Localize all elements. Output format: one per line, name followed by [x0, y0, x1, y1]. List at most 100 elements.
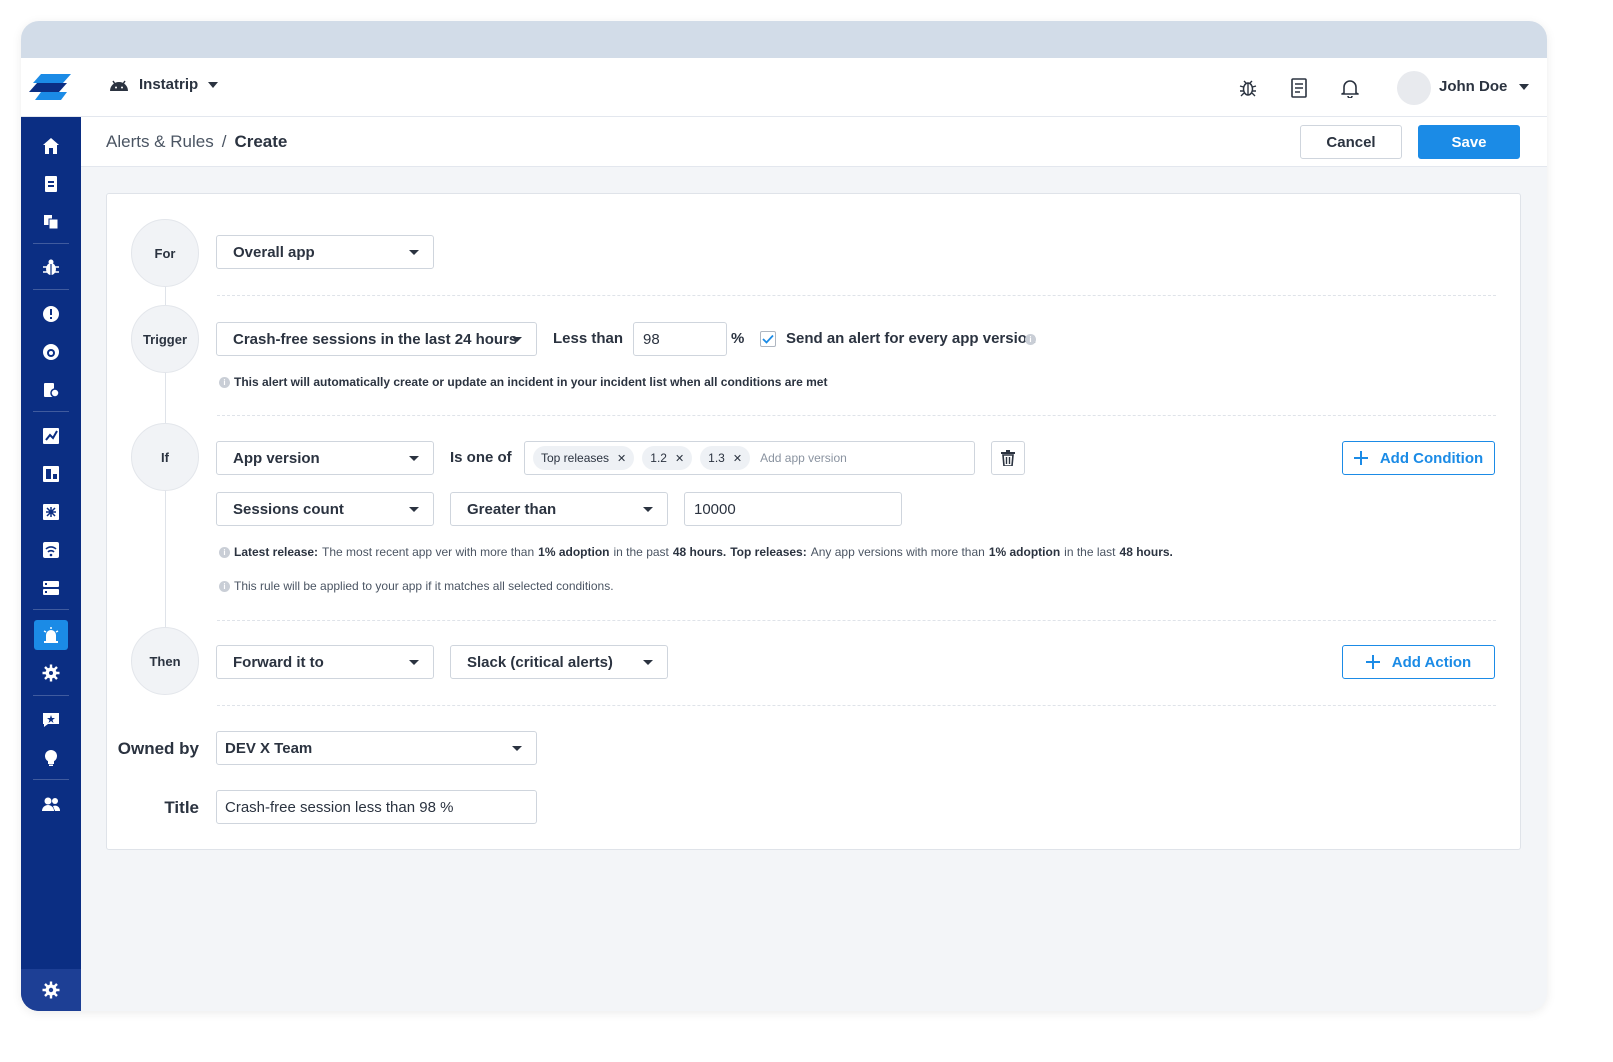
rule-form-card: For Overall app Trigger Crash-free sessi… [106, 193, 1521, 850]
owner-select[interactable]: DEV X Team [216, 731, 537, 765]
page-header: Alerts & Rules / Create Cancel Save [81, 117, 1547, 167]
note-text: in the last [1064, 545, 1116, 559]
app-selector[interactable]: Instatrip [109, 76, 219, 93]
close-icon[interactable]: ✕ [675, 452, 684, 465]
trigger-metric-value: Crash-free sessions in the last 24 hours [233, 330, 518, 348]
home-icon[interactable] [34, 131, 68, 161]
owner-value: DEV X Team [225, 739, 313, 757]
tag-icon[interactable] [34, 375, 68, 405]
trigger-metric-select[interactable]: Crash-free sessions in the last 24 hours [216, 322, 537, 356]
dashboard-icon[interactable] [34, 337, 68, 367]
version-tag[interactable]: Top releases ✕ [533, 446, 635, 470]
delete-condition-button[interactable] [991, 441, 1025, 475]
condition2-value-input[interactable]: 10000 [684, 492, 902, 526]
window-titlebar [21, 21, 1547, 58]
step-trigger: Trigger [131, 305, 199, 373]
add-version-placeholder[interactable]: Add app version [760, 451, 847, 465]
condition1-field-select[interactable]: App version [216, 441, 434, 475]
note-text: Any app versions with more than [810, 545, 985, 559]
scope-select-value: Overall app [233, 243, 315, 261]
step-then: Then [131, 627, 199, 695]
title-label: Title [164, 798, 199, 817]
version-tag-input[interactable]: Top releases ✕ 1.2 ✕ 1.3 ✕ Add app versi… [524, 441, 975, 475]
chart-icon[interactable] [34, 421, 68, 451]
info-icon: i [219, 580, 230, 592]
note-emphasis: 48 hours. [1119, 545, 1173, 559]
chevron-down-icon [409, 456, 419, 461]
user-name[interactable]: John Doe [1439, 78, 1507, 95]
trigger-value-input[interactable]: 98 [633, 322, 727, 356]
info-icon[interactable]: i [1025, 334, 1036, 345]
feedback-icon[interactable] [34, 705, 68, 735]
chevron-down-icon [208, 81, 219, 88]
chevron-down-icon [512, 746, 522, 751]
every-version-checkbox[interactable] [760, 331, 776, 347]
trigger-note: i This alert will automatically create o… [219, 375, 827, 389]
users-icon[interactable] [34, 789, 68, 819]
chevron-down-icon [409, 660, 419, 665]
trash-icon [1001, 450, 1015, 466]
breadcrumb-current: Create [234, 132, 288, 151]
title-input[interactable]: Crash-free session less than 98 % [216, 790, 537, 824]
every-version-label[interactable]: Send an alert for every app version [786, 330, 1036, 347]
scope-select[interactable]: Overall app [216, 235, 434, 269]
rule-apply-note-text: This rule will be applied to your app if… [234, 579, 614, 593]
apm-icon[interactable] [34, 497, 68, 527]
breadcrumb-separator: / [221, 132, 227, 151]
bug-report-icon[interactable] [1237, 77, 1259, 99]
divider [217, 295, 1496, 296]
add-condition-button[interactable]: Add Condition [1342, 441, 1495, 475]
storage-icon[interactable] [34, 573, 68, 603]
version-tag-label: 1.2 [650, 451, 667, 465]
divider [217, 705, 1496, 706]
logo-icon [29, 74, 71, 100]
step-if: If [131, 423, 199, 491]
add-condition-label: Add Condition [1379, 449, 1484, 467]
version-tag-label: 1.3 [708, 451, 725, 465]
bell-icon[interactable] [1339, 77, 1361, 99]
chevron-down-icon [409, 507, 419, 512]
close-icon[interactable]: ✕ [617, 452, 626, 465]
docs-icon[interactable] [1288, 77, 1310, 99]
cancel-button[interactable]: Cancel [1300, 125, 1402, 159]
alarm-icon[interactable] [34, 620, 68, 650]
layout-icon[interactable] [34, 459, 68, 489]
condition2-operator-value: Greater than [467, 500, 557, 518]
condition1-operator: Is one of [450, 449, 512, 466]
version-tag[interactable]: 1.2 ✕ [642, 446, 693, 470]
breadcrumb-parent[interactable]: Alerts & Rules [106, 132, 214, 152]
note-latest-label: Latest release: [234, 545, 319, 559]
avatar[interactable] [1397, 71, 1431, 105]
version-tag[interactable]: 1.3 ✕ [700, 446, 751, 470]
settings-button[interactable] [21, 969, 81, 1011]
report-icon[interactable] [34, 169, 68, 199]
destination-select[interactable]: Slack (critical alerts) [450, 645, 668, 679]
condition2-field-select[interactable]: Sessions count [216, 492, 434, 526]
action-select[interactable]: Forward it to [216, 645, 434, 679]
user-menu-chevron-icon[interactable] [1519, 84, 1529, 90]
gear-icon[interactable] [34, 658, 68, 688]
save-button[interactable]: Save [1418, 125, 1520, 159]
divider [217, 415, 1496, 416]
alert-circle-icon[interactable] [34, 299, 68, 329]
network-icon[interactable] [34, 535, 68, 565]
condition2-operator-select[interactable]: Greater than [450, 492, 668, 526]
close-icon[interactable]: ✕ [733, 452, 742, 465]
owner-label: Owned by [117, 739, 199, 758]
note-emphasis: 1% adoption [538, 545, 610, 559]
bug-icon[interactable] [34, 253, 68, 283]
step-for: For [131, 219, 199, 287]
add-action-label: Add Action [1391, 653, 1472, 671]
copy-icon[interactable] [34, 207, 68, 237]
rule-apply-note: i This rule will be applied to your app … [219, 579, 614, 593]
release-definition-note: i Latest release: The most recent app ve… [219, 545, 1173, 559]
note-text: in the past [613, 545, 669, 559]
action-value: Forward it to [233, 653, 324, 671]
bulb-icon[interactable] [34, 743, 68, 773]
trigger-note-text: This alert will automatically create or … [234, 375, 828, 389]
brand-logo[interactable] [21, 58, 81, 117]
destination-value: Slack (critical alerts) [467, 653, 613, 671]
add-action-button[interactable]: Add Action [1342, 645, 1495, 679]
chevron-down-icon [643, 507, 653, 512]
condition2-field-value: Sessions count [233, 500, 344, 518]
